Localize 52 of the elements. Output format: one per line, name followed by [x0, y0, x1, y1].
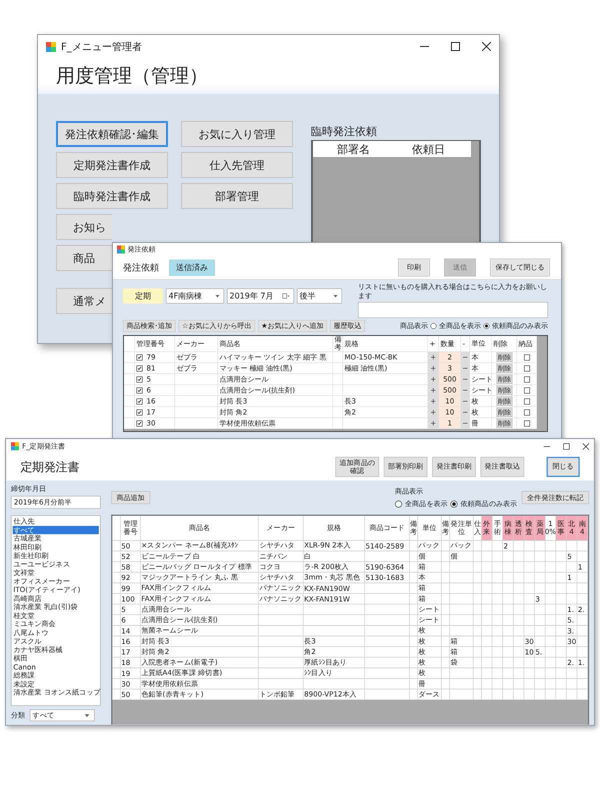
- menu-button[interactable]: 通常メ: [56, 288, 112, 314]
- menu-button[interactable]: 部署管理: [181, 183, 293, 209]
- half-dropdown[interactable]: 後半: [297, 288, 342, 304]
- menu-button[interactable]: お知ら: [56, 214, 112, 240]
- menu-button[interactable]: 仕入先管理: [181, 152, 293, 178]
- status-badge: 送信済み: [169, 259, 215, 276]
- note-input[interactable]: [358, 302, 548, 318]
- page-title: 発注依頼: [123, 262, 159, 274]
- menu-button[interactable]: 臨時発注書作成: [56, 183, 168, 209]
- checkbox[interactable]: [524, 387, 530, 394]
- checkbox[interactable]: [136, 387, 142, 394]
- column-header[interactable]: 依頼日: [412, 142, 472, 156]
- radio-button[interactable]: [395, 500, 402, 508]
- maximize-icon[interactable]: [451, 42, 460, 52]
- checkbox[interactable]: [136, 420, 142, 426]
- checkbox[interactable]: [524, 354, 530, 360]
- checkbox[interactable]: [136, 409, 142, 416]
- checkbox[interactable]: [136, 398, 142, 404]
- section-label: 臨時発注依頼: [311, 124, 378, 139]
- order-type-label: 定期: [123, 288, 163, 304]
- checkbox[interactable]: [524, 420, 530, 426]
- menu-button[interactable]: 商品: [56, 245, 112, 271]
- app-icon: [10, 442, 20, 450]
- checkbox[interactable]: [136, 365, 142, 372]
- checkbox[interactable]: [524, 376, 530, 382]
- radio-button[interactable]: [484, 323, 490, 329]
- app-icon: [117, 246, 125, 254]
- menu-button[interactable]: お気に入り管理: [181, 121, 293, 147]
- dropdown-caret-icon: [84, 714, 90, 717]
- menu-button[interactable]: 発注依頼確認･編集: [56, 121, 168, 147]
- column-header[interactable]: 部署名: [337, 142, 412, 156]
- page-title: 用度管理（管理）: [56, 64, 208, 90]
- radio-button[interactable]: [450, 500, 458, 508]
- minimize-icon[interactable]: [544, 443, 550, 450]
- dropdown-caret-icon: [334, 294, 338, 298]
- table-cell: [333, 418, 343, 429]
- window-title: F_メニュー管理者: [61, 40, 142, 54]
- radio-button[interactable]: [430, 323, 436, 329]
- checkbox[interactable]: [524, 409, 530, 416]
- maximize-icon[interactable]: [563, 443, 570, 450]
- page-title: 定期発注書: [20, 458, 80, 475]
- month-picker[interactable]: 2019年 7月: [227, 288, 294, 304]
- checkbox[interactable]: [524, 365, 530, 372]
- menu-button[interactable]: 定期発注書作成: [56, 152, 168, 178]
- close-icon[interactable]: [482, 42, 491, 52]
- checkbox[interactable]: [524, 398, 530, 404]
- checkbox[interactable]: [136, 354, 142, 360]
- app-icon: [46, 42, 56, 52]
- ward-dropdown[interactable]: 4F南病棟: [166, 288, 224, 304]
- dropdown-caret-icon: [216, 294, 220, 298]
- checkbox[interactable]: [136, 376, 142, 382]
- close-icon[interactable]: [582, 443, 590, 450]
